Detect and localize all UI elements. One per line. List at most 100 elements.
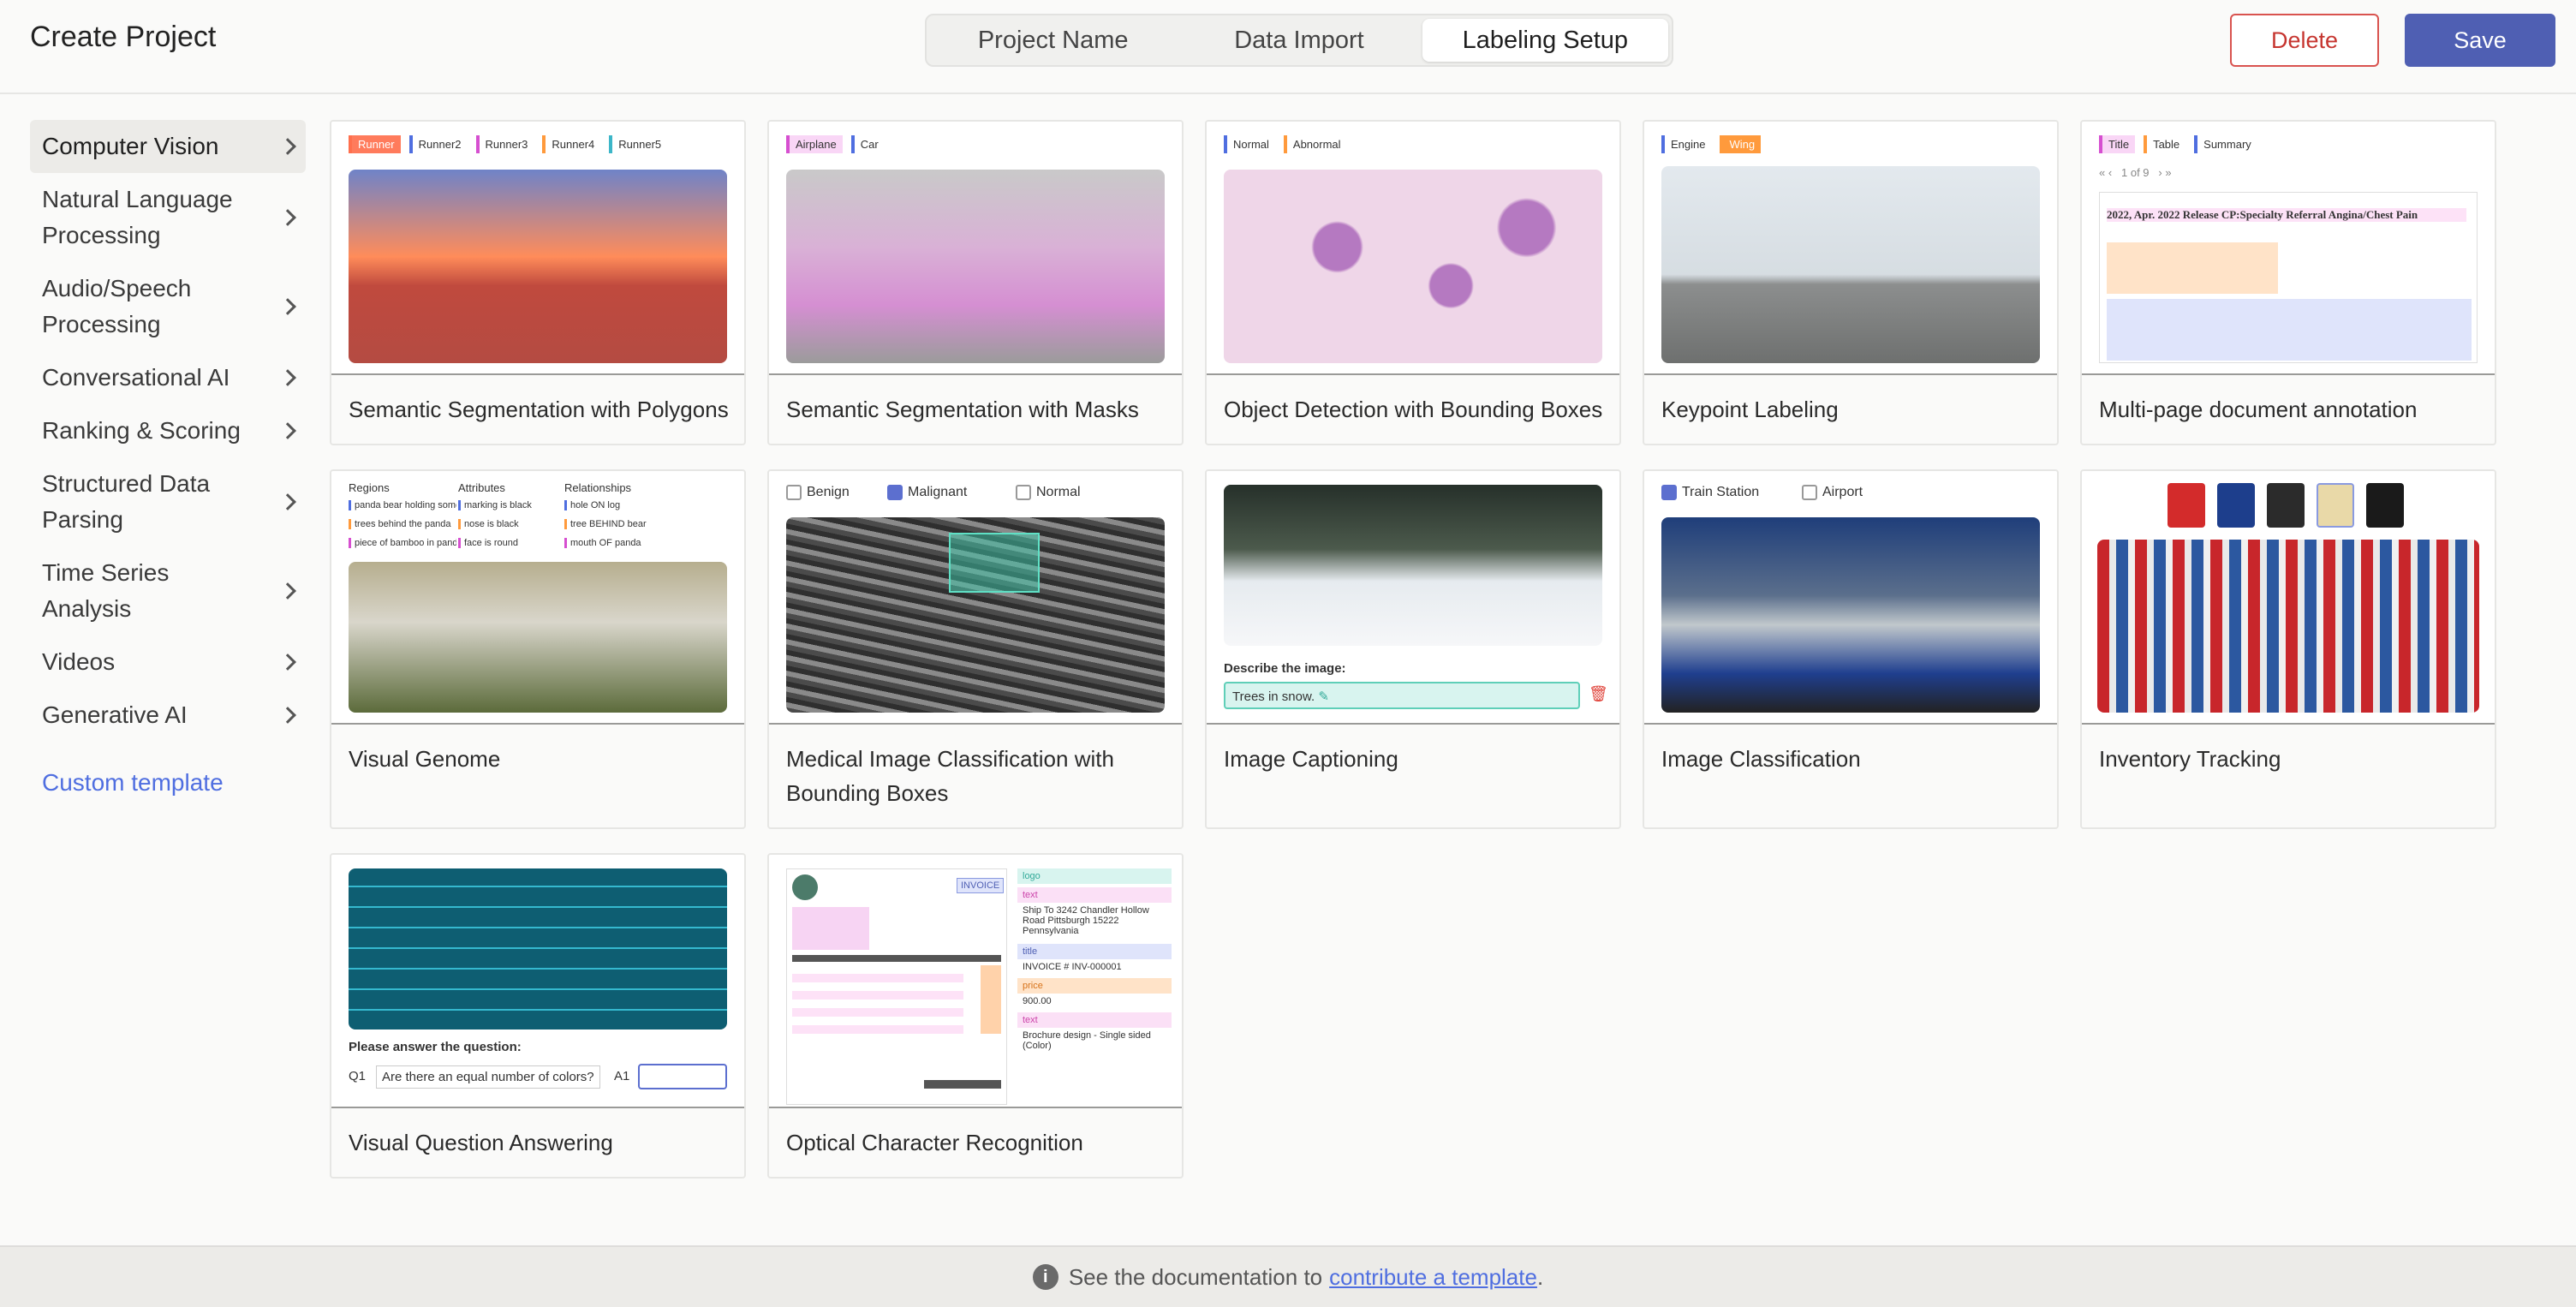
- answer-input[interactable]: [638, 1064, 727, 1089]
- relationship-chip: hole ON log: [564, 500, 620, 510]
- template-card[interactable]: Benign Malignant Normal Medical Image Cl…: [767, 469, 1184, 829]
- checkbox[interactable]: [786, 485, 802, 500]
- template-card[interactable]: Describe the image: Trees in snow. ✎ 🗑 I…: [1205, 469, 1621, 829]
- template-title: Keypoint Labeling: [1661, 397, 1839, 422]
- template-card[interactable]: INVOICE logo text Ship To 3242 Chandler …: [767, 853, 1184, 1179]
- sidebar-item-ranking[interactable]: Ranking & Scoring: [30, 404, 306, 457]
- preview-image: [1661, 517, 2040, 713]
- option-benign[interactable]: Benign: [786, 485, 850, 500]
- sidebar-item-audio[interactable]: Audio/Speech Processing: [30, 262, 306, 351]
- option-label: Normal: [1036, 485, 1081, 500]
- sidebar-item-time-series[interactable]: Time Series Analysis: [30, 546, 306, 636]
- template-card[interactable]: Train Station Airport Image Classificati…: [1643, 469, 2059, 829]
- option-normal[interactable]: Normal: [1016, 485, 1081, 500]
- sidebar-item-videos[interactable]: Videos: [30, 636, 306, 689]
- footer-period: .: [1536, 1263, 1544, 1290]
- preview-image: [1661, 166, 2040, 363]
- header-bar: Create Project Project Name Data Import …: [0, 0, 2576, 94]
- template-card[interactable]: Normal Abnormal Object Detection with Bo…: [1205, 120, 1621, 445]
- label-chip: Abnormal: [1283, 135, 1347, 153]
- template-card[interactable]: Runner Runner2 Runner3 Runner4 Runner5 S…: [330, 120, 746, 445]
- document-page: 2022, Apr. 2022 Release CP:Specialty Ref…: [2099, 192, 2478, 363]
- sidebar-item-label: Structured Data Parsing: [42, 470, 211, 533]
- checkbox[interactable]: [1802, 485, 1817, 500]
- product-thumbnail: [2317, 483, 2354, 528]
- label-chips: Title Table Summary: [2099, 135, 2257, 153]
- sidebar-item-conversational-ai[interactable]: Conversational AI: [30, 351, 306, 404]
- caption-input[interactable]: Trees in snow. ✎: [1224, 682, 1580, 709]
- label-chip: Runner: [349, 135, 401, 153]
- trash-icon[interactable]: 🗑: [1589, 685, 1608, 703]
- template-title: Multi-page document annotation: [2099, 397, 2418, 422]
- caption-prompt: Describe the image:: [1224, 661, 1346, 676]
- field-value: 900.00: [1023, 996, 1052, 1006]
- template-title: Semantic Segmentation with Polygons: [349, 397, 729, 422]
- edit-icon[interactable]: ✎: [1318, 689, 1329, 704]
- total-bar: [924, 1080, 1001, 1089]
- field-tag: title: [1017, 944, 1172, 959]
- option-airport[interactable]: Airport: [1802, 485, 1863, 500]
- sidebar-item-label: Time Series Analysis: [42, 559, 170, 622]
- chevron-right-icon: [279, 654, 296, 671]
- column-header: Attributes: [458, 481, 505, 494]
- sidebar-item-computer-vision[interactable]: Computer Vision: [30, 120, 306, 173]
- line-items: [792, 965, 963, 1034]
- save-button[interactable]: Save: [2405, 14, 2555, 67]
- option-label: Malignant: [908, 485, 968, 500]
- chevron-right-icon: [279, 707, 296, 724]
- field-tag: text: [1017, 887, 1172, 903]
- template-preview: Normal Abnormal: [1207, 122, 1619, 375]
- template-title: Visual Question Answering: [349, 1130, 613, 1155]
- checkbox[interactable]: [1661, 485, 1677, 500]
- template-card[interactable]: Regions Attributes Relationships panda b…: [330, 469, 746, 829]
- label-chip: Runner5: [609, 135, 668, 153]
- invoice-document: INVOICE: [786, 868, 1007, 1105]
- option-malignant[interactable]: Malignant: [887, 485, 967, 500]
- template-card[interactable]: Airplane Car Semantic Segmentation with …: [767, 120, 1184, 445]
- template-title: Visual Genome: [349, 746, 501, 772]
- footer-text: See the documentation to: [1068, 1263, 1323, 1290]
- invoice-label: INVOICE: [957, 878, 1005, 893]
- option-train-station[interactable]: Train Station: [1661, 485, 1759, 500]
- sidebar-item-structured-data[interactable]: Structured Data Parsing: [30, 457, 306, 546]
- vqa-prompt: Please answer the question:: [349, 1040, 522, 1054]
- template-card[interactable]: Inventory Tracking: [2080, 469, 2496, 829]
- label-chips: Normal Abnormal: [1224, 135, 1347, 153]
- column-header: Relationships: [564, 481, 632, 494]
- label-chip: Airplane: [786, 135, 843, 153]
- sidebar-item-nlp[interactable]: Natural Language Processing: [30, 173, 306, 262]
- checkbox[interactable]: [1016, 485, 1031, 500]
- template-preview: Please answer the question: Q1 Are there…: [331, 855, 744, 1108]
- tab-project-name[interactable]: Project Name: [930, 19, 1176, 62]
- contribute-template-link[interactable]: contribute a template: [1329, 1264, 1537, 1291]
- delete-button[interactable]: Delete: [2230, 14, 2379, 67]
- tab-data-import[interactable]: Data Import: [1176, 19, 1422, 62]
- template-preview: Title Table Summary « ‹ 1 of 9 › » 2022,…: [2082, 122, 2495, 375]
- template-preview: Describe the image: Trees in snow. ✎ 🗑: [1207, 471, 1619, 725]
- product-thumbnails: [2168, 483, 2404, 528]
- product-thumbnail: [2267, 483, 2305, 528]
- chevron-right-icon: [279, 493, 296, 510]
- pager-text: 1 of 9: [2121, 166, 2150, 179]
- template-card[interactable]: Please answer the question: Q1 Are there…: [330, 853, 746, 1179]
- sidebar-item-generative-ai[interactable]: Generative AI: [30, 689, 306, 742]
- chevron-right-icon: [279, 422, 296, 439]
- chevron-right-icon: [279, 298, 296, 315]
- template-preview: Runner Runner2 Runner3 Runner4 Runner5: [331, 122, 744, 375]
- checkbox[interactable]: [887, 485, 903, 500]
- template-preview: INVOICE logo text Ship To 3242 Chandler …: [769, 855, 1182, 1108]
- label-chips: Engine Wing: [1661, 135, 1762, 153]
- custom-template-link[interactable]: Custom template: [30, 761, 306, 805]
- label-chip: Table: [2144, 135, 2186, 153]
- template-card[interactable]: Title Table Summary « ‹ 1 of 9 › » 2022,…: [2080, 120, 2496, 445]
- option-label: Train Station: [1682, 485, 1760, 500]
- preview-image: [2097, 540, 2479, 713]
- attribute-chip: nose is black: [458, 519, 519, 529]
- template-card[interactable]: Engine Wing Keypoint Labeling: [1643, 120, 2059, 445]
- label-chip: Normal: [1224, 135, 1275, 153]
- sidebar-item-label: Computer Vision: [42, 133, 219, 159]
- question-text: Are there an equal number of colors?: [376, 1065, 600, 1089]
- document-pager[interactable]: « ‹ 1 of 9 › »: [2099, 166, 2172, 179]
- label-chip: Title: [2099, 135, 2136, 153]
- tab-labeling-setup[interactable]: Labeling Setup: [1422, 19, 1668, 62]
